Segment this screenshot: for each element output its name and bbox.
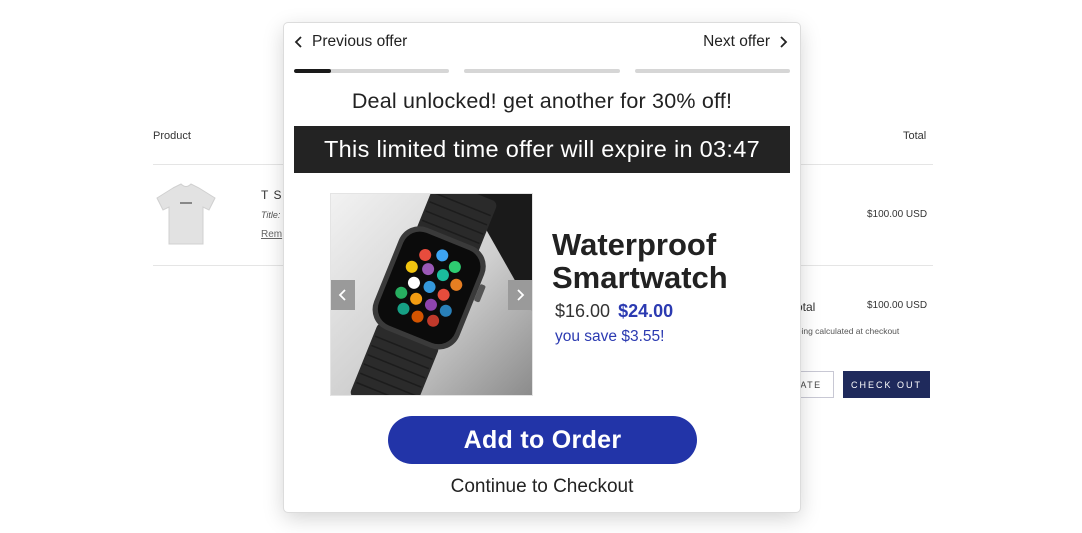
price-row: $16.00 $24.00 (555, 301, 673, 322)
chevron-left-icon (338, 289, 346, 301)
previous-offer-button[interactable]: Previous offer (292, 33, 407, 51)
deal-headline: Deal unlocked! get another for 30% off! (351, 89, 733, 113)
product-title: Waterproof Smartwatch (552, 227, 728, 295)
original-price: $16.00 (555, 301, 611, 321)
savings-text: you save $3.55! (555, 328, 665, 345)
offer-progress (294, 69, 790, 73)
chevron-right-icon (517, 289, 525, 301)
image-next-button[interactable] (508, 280, 532, 310)
upsell-modal: Previous offer Next offer Deal unlocked!… (284, 23, 800, 512)
product-image (330, 193, 533, 396)
progress-segment-1 (294, 69, 450, 73)
image-prev-button[interactable] (331, 280, 355, 310)
modal-overlay: Previous offer Next offer Deal unlocked!… (0, 0, 1082, 533)
progress-segment-2 (464, 69, 620, 73)
next-offer-button[interactable]: Next offer (703, 33, 790, 51)
chevron-right-icon (780, 36, 788, 48)
countdown-text: This limited time offer will expire in 0… (324, 136, 760, 162)
countdown-timer-banner: This limited time offer will expire in 0… (294, 126, 790, 173)
sale-price: $24.00 (618, 301, 674, 321)
add-to-order-button[interactable]: Add to Order (388, 416, 697, 464)
previous-offer-label: Previous offer (312, 33, 408, 50)
smartwatch-photo (331, 194, 532, 395)
progress-segment-3 (634, 69, 790, 73)
continue-to-checkout-link[interactable]: Continue to Checkout (284, 476, 800, 498)
chevron-left-icon (294, 36, 302, 48)
next-offer-label: Next offer (703, 33, 770, 50)
